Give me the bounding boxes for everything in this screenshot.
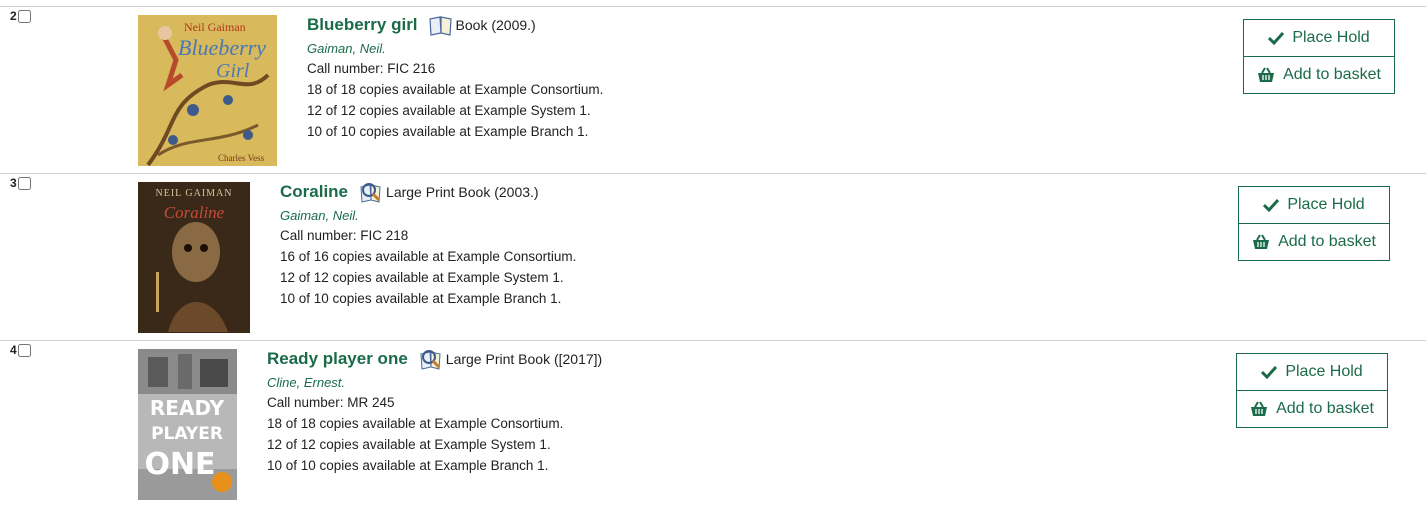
place-hold-label: Place Hold [1292,29,1370,46]
cover-title-lettering: Coraline [164,203,225,222]
result-row: 4 READY PLAYER ONE Ready player one Larg… [0,340,1426,508]
availability-line: 10 of 10 copies available at Example Bra… [280,291,562,306]
availability-line: 12 of 12 copies available at Example Sys… [267,437,551,452]
availability-line: 10 of 10 copies available at Example Bra… [307,124,589,139]
book-icon [428,14,454,36]
result-info: Coraline Large Print Book (2003.) Gaiman… [280,180,576,309]
result-number-text: 3 [10,176,17,190]
add-to-basket-button[interactable]: Add to basket [1244,56,1394,93]
cover-title-lettering: ONE [144,447,215,482]
select-checkbox[interactable] [17,9,31,23]
cover-illustrator-lettering: Charles Vess [218,153,265,163]
result-row: 3 NEIL GAIMAN Coraline Coraline Large Pr… [0,173,1426,340]
large-print-icon [358,181,384,203]
basket-icon [1258,67,1275,82]
call-number: Call number: MR 245 [267,395,395,410]
author-link[interactable]: Gaiman, Neil. [280,207,576,225]
availability-line: 18 of 18 copies available at Example Con… [267,416,564,431]
result-actions: Place Hold Add to basket [1243,19,1395,94]
add-to-basket-label: Add to basket [1276,400,1374,417]
result-number: 2 [10,9,31,23]
cover-title-lettering: READY [150,396,225,420]
place-hold-button[interactable]: Place Hold [1244,20,1394,56]
result-title-link[interactable]: Coraline [280,182,348,202]
result-actions: Place Hold Add to basket [1236,353,1388,428]
result-number: 4 [10,343,31,357]
place-hold-label: Place Hold [1285,363,1363,380]
availability-line: 12 of 12 copies available at Example Sys… [280,270,564,285]
result-number-text: 2 [10,9,17,23]
result-number-text: 4 [10,343,17,357]
result-row: 2 Neil Gaiman Blueberry Girl Charles Ves… [0,6,1426,173]
add-to-basket-button[interactable]: Add to basket [1237,390,1387,427]
format-label: Book (2009.) [455,17,536,33]
cover-title-lettering: Blueberry [178,35,266,60]
place-hold-button[interactable]: Place Hold [1237,354,1387,390]
availability-line: 16 of 16 copies available at Example Con… [280,249,577,264]
result-actions: Place Hold Add to basket [1238,186,1390,261]
add-to-basket-label: Add to basket [1283,66,1381,83]
availability-line: 10 of 10 copies available at Example Bra… [267,458,549,473]
add-to-basket-button[interactable]: Add to basket [1239,223,1389,260]
cover-image[interactable]: READY PLAYER ONE [138,349,237,500]
result-title-link[interactable]: Ready player one [267,349,408,369]
cover-author-lettering: Neil Gaiman [184,20,246,34]
result-number: 3 [10,176,31,190]
select-checkbox[interactable] [17,176,31,190]
cover-author-lettering: NEIL GAIMAN [155,188,232,199]
place-hold-label: Place Hold [1287,196,1365,213]
call-number: Call number: FIC 216 [307,61,436,76]
result-info: Ready player one Large Print Book ([2017… [267,347,602,476]
cover-image[interactable]: Neil Gaiman Blueberry Girl Charles Vess [138,15,277,166]
result-title-link[interactable]: Blueberry girl [307,15,418,35]
basket-icon [1253,234,1270,249]
checkmark-icon [1268,31,1285,45]
availability-line: 18 of 18 copies available at Example Con… [307,82,604,97]
format-label: Large Print Book (2003.) [386,184,539,200]
add-to-basket-label: Add to basket [1278,233,1376,250]
author-link[interactable]: Gaiman, Neil. [307,40,603,58]
select-checkbox[interactable] [17,343,31,357]
large-print-icon [418,348,444,370]
cover-image[interactable]: NEIL GAIMAN Coraline [138,182,250,333]
call-number: Call number: FIC 218 [280,228,409,243]
availability-line: 12 of 12 copies available at Example Sys… [307,103,591,118]
cover-title-lettering: PLAYER [151,424,223,444]
format-label: Large Print Book ([2017]) [445,351,603,367]
author-link[interactable]: Cline, Ernest. [267,374,602,392]
basket-icon [1251,401,1268,416]
result-info: Blueberry girl Book (2009.) Gaiman, Neil… [307,13,603,142]
cover-title-lettering: Girl [216,60,250,82]
checkmark-icon [1261,365,1278,379]
checkmark-icon [1263,198,1280,212]
place-hold-button[interactable]: Place Hold [1239,187,1389,223]
